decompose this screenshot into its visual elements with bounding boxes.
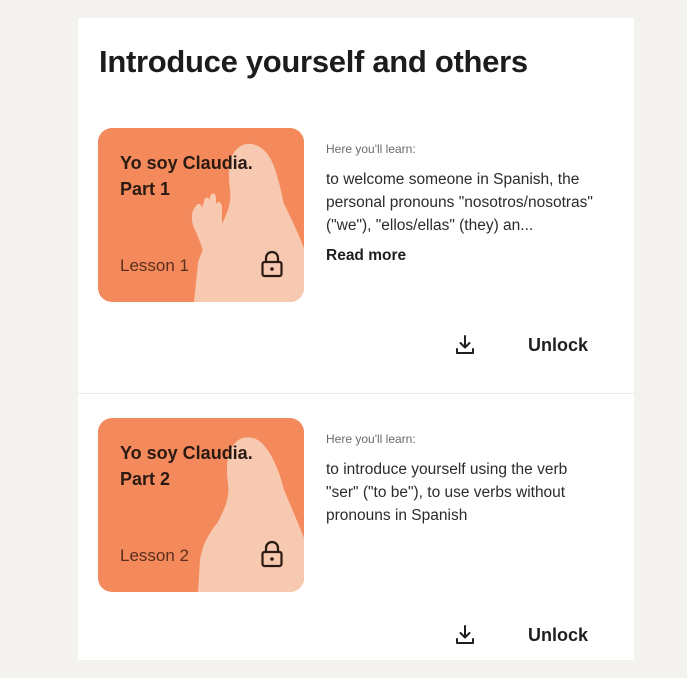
lock-icon [261,250,283,278]
lesson-info: Here you'll learn: to welcome someone in… [326,142,596,265]
download-button[interactable] [452,332,478,358]
learn-caption: Here you'll learn: [326,142,416,156]
lesson-number-label: Lesson 1 [120,256,189,275]
lesson-card-title: Yo soy Claudia. Part 1 [120,153,253,199]
lesson-description: to welcome someone in Spanish, the perso… [326,171,593,234]
lesson-item: Yo soy Claudia. Part 2 Lesson 2 Here you… [78,418,634,668]
lesson-description: to introduce yourself using the verb "se… [326,461,568,524]
unlock-button[interactable]: Unlock [528,335,588,356]
learn-caption: Here you'll learn: [326,432,416,446]
download-button[interactable] [452,622,478,648]
download-icon [455,335,474,354]
lesson-number-label: Lesson 2 [120,546,189,565]
lesson-card-title: Yo soy Claudia. Part 2 [120,443,253,489]
lesson-card[interactable]: Yo soy Claudia. Part 1 Lesson 1 [98,128,304,302]
lesson-item: Yo soy Claudia. Part 1 Lesson 1 Here you… [78,128,634,378]
section-title: Introduce yourself and others [99,44,528,79]
read-more-link[interactable]: Read more [326,247,406,265]
lesson-actions: Unlock [452,331,588,359]
lesson-actions: Unlock [452,621,588,649]
lesson-list-panel: Introduce yourself and others Yo soy Cla… [78,18,634,660]
lesson-card[interactable]: Yo soy Claudia. Part 2 Lesson 2 [98,418,304,592]
unlock-button[interactable]: Unlock [528,625,588,646]
download-icon [455,625,474,644]
lesson-divider [78,393,634,394]
lesson-info: Here you'll learn: to introduce yourself… [326,432,596,527]
lock-icon [261,540,283,568]
